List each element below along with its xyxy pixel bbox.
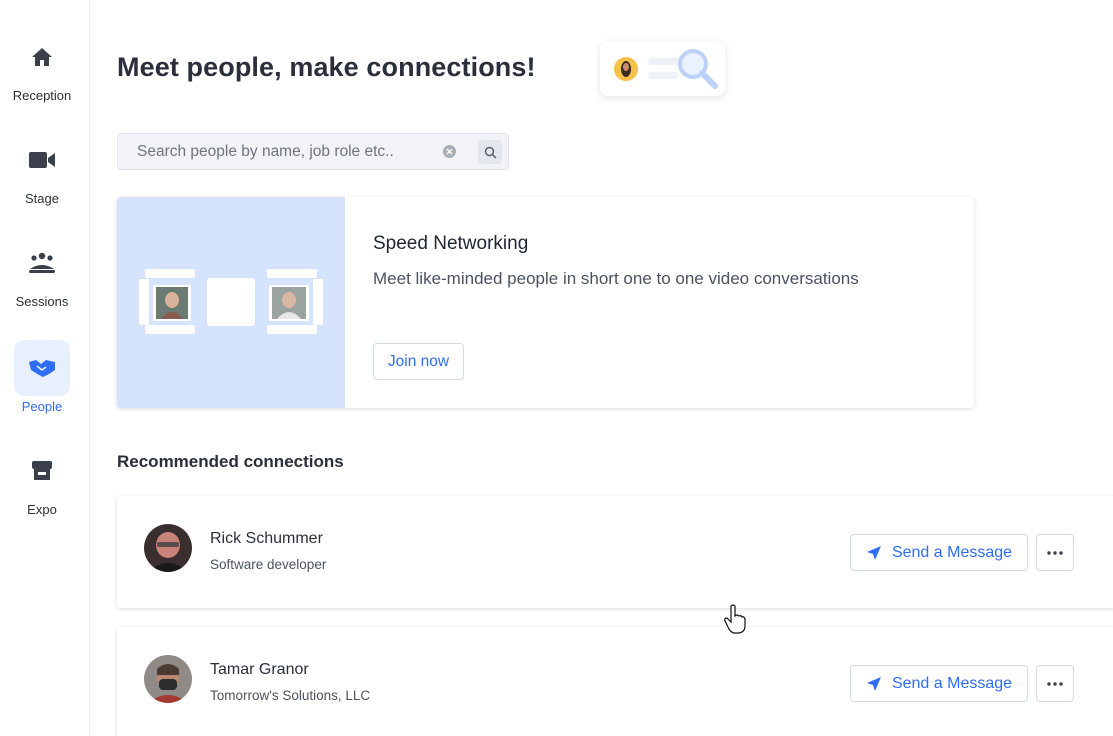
sidebar-item-label: People [21, 399, 63, 414]
clear-search-icon[interactable] [443, 145, 456, 158]
sidebar-item-reception[interactable]: Reception [0, 29, 84, 103]
search-bar [117, 133, 509, 170]
avatar [144, 655, 192, 703]
speed-networking-title: Speed Networking [373, 233, 529, 254]
video-camera-icon [14, 132, 70, 188]
avatar [144, 524, 192, 572]
connection-card: Tamar Granor Tomorrow's Solutions, LLC S… [117, 627, 1113, 736]
sidebar-item-label: Expo [27, 502, 57, 517]
sidebar-item-expo[interactable]: Expo [0, 443, 84, 517]
send-message-button[interactable]: Send a Message [850, 534, 1028, 571]
sidebar-item-sessions[interactable]: Sessions [0, 235, 84, 309]
send-icon [866, 545, 881, 560]
speed-networking-illustration [117, 197, 345, 408]
sidebar-item-people[interactable]: People [0, 340, 84, 414]
search-input[interactable] [118, 134, 428, 169]
speed-networking-card: Speed Networking Meet like-minded people… [117, 197, 974, 408]
sidebar-item-label: Sessions [15, 294, 69, 309]
send-message-label: Send a Message [891, 543, 1013, 561]
person-name: Rick Schummer [210, 530, 323, 547]
person-role: Software developer [210, 557, 327, 572]
more-options-button[interactable] [1036, 665, 1074, 702]
sidebar-item-stage[interactable]: Stage [0, 132, 84, 206]
send-icon [866, 676, 881, 691]
send-message-button[interactable]: Send a Message [850, 665, 1028, 702]
sidebar: Reception Stage Sessions People Expo [0, 0, 90, 736]
recommended-connections-title: Recommended connections [117, 452, 344, 471]
handshake-icon [14, 340, 70, 396]
more-dots-icon [1047, 681, 1063, 686]
search-icon [484, 146, 496, 158]
join-now-button[interactable]: Join now [373, 343, 464, 380]
search-button[interactable] [478, 140, 502, 164]
hand-pointer-cursor-icon [724, 604, 746, 639]
page-title: Meet people, make connections! [117, 52, 536, 82]
person-role: Tomorrow's Solutions, LLC [210, 688, 371, 703]
sidebar-item-label: Stage [25, 191, 59, 206]
connection-card: Rick Schummer Software developer Send a … [117, 496, 1113, 608]
send-message-label: Send a Message [891, 674, 1013, 692]
speed-networking-description: Meet like-minded people in short one to … [373, 269, 859, 288]
home-icon [14, 29, 70, 85]
group-icon [14, 235, 70, 291]
people-search-illustration [600, 42, 725, 96]
more-options-button[interactable] [1036, 534, 1074, 571]
sidebar-item-label: Reception [12, 88, 72, 103]
more-dots-icon [1047, 550, 1063, 555]
person-name: Tamar Granor [210, 661, 309, 678]
storefront-icon [14, 443, 70, 499]
